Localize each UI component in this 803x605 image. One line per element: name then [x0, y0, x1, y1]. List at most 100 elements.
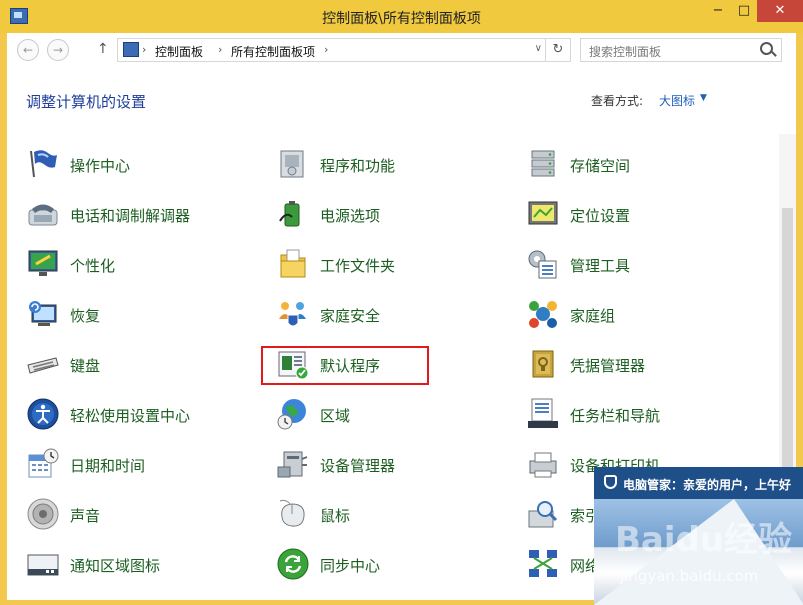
breadcrumb-separator[interactable]: ›	[324, 43, 328, 56]
storage-spaces-icon	[531, 150, 555, 177]
item-label: 存储空间	[570, 157, 631, 175]
forward-button[interactable]: →	[47, 39, 69, 61]
action-center-icon	[30, 150, 57, 178]
item-notification-icons[interactable]: 通知区域图标	[26, 547, 226, 587]
item-device-manager[interactable]: 设备管理器	[276, 447, 476, 487]
item-label: 恢复	[70, 307, 101, 325]
item-power-options[interactable]: 电源选项	[276, 197, 476, 237]
item-keyboard[interactable]: 键盘	[26, 347, 226, 387]
item-label: 电源选项	[320, 207, 381, 225]
minimize-button[interactable]: −	[705, 0, 731, 22]
navigation-bar: ← → ↑ › 控制面板 › 所有控制面板项 › ∨ ↻ 搜索控制面板	[7, 33, 796, 67]
device-manager-icon	[277, 451, 308, 478]
popup-message: 电脑管家：亲爱的用户，上午好	[623, 478, 792, 492]
item-ease-of-access[interactable]: 轻松使用设置中心	[26, 397, 226, 437]
sound-icon	[27, 498, 59, 530]
page-title: 调整计算机的设置	[26, 93, 147, 111]
item-label: 鼠标	[320, 507, 351, 525]
item-mouse[interactable]: 鼠标	[276, 497, 476, 537]
item-family-safety[interactable]: 家庭安全	[276, 297, 476, 337]
refresh-button[interactable]: ↻	[545, 39, 570, 61]
popup-header: 电脑管家：亲爱的用户，上午好	[594, 467, 803, 499]
item-label: 家庭组	[570, 307, 616, 325]
item-homegroup[interactable]: 家庭组	[526, 297, 756, 337]
credential-manager-icon	[532, 350, 554, 378]
item-storage-spaces[interactable]: 存储空间	[526, 147, 756, 187]
search-icon[interactable]	[760, 42, 773, 55]
programs-features-icon	[280, 150, 304, 178]
item-phone-modem[interactable]: 电话和调制解调器	[26, 197, 226, 237]
shield-icon	[604, 475, 617, 489]
item-label: 键盘	[70, 357, 101, 375]
item-credential-manager[interactable]: 凭据管理器	[526, 347, 756, 387]
taskbar-navigation-icon	[528, 398, 558, 428]
item-sync-center[interactable]: 同步中心	[276, 547, 476, 587]
item-label: 任务栏和导航	[570, 407, 661, 425]
item-date-time[interactable]: 日期和时间	[26, 447, 226, 487]
recovery-icon	[29, 301, 57, 326]
item-label: 同步中心	[320, 557, 381, 575]
item-label: 管理工具	[570, 257, 631, 275]
search-input[interactable]: 搜索控制面板	[589, 43, 661, 60]
item-label: 家庭安全	[320, 307, 381, 325]
keyboard-icon	[27, 357, 59, 374]
item-label: 日期和时间	[70, 457, 146, 475]
up-button[interactable]: ↑	[97, 41, 109, 57]
phone-modem-icon	[28, 204, 58, 226]
item-label: 操作中心	[70, 157, 131, 175]
item-region[interactable]: 区域	[276, 397, 476, 437]
item-admin-tools[interactable]: 管理工具	[526, 247, 756, 287]
item-label: 个性化	[70, 257, 116, 275]
item-label: 电话和调制解调器	[70, 207, 191, 225]
item-sound[interactable]: 声音	[26, 497, 226, 537]
item-label: 凭据管理器	[570, 357, 646, 375]
control-panel-window: 控制面板\所有控制面板项 − □ ✕ ← → ↑ › 控制面板 › 所有控制面板…	[0, 0, 803, 605]
devices-printers-icon	[529, 452, 557, 478]
chevron-down-icon[interactable]: ▼	[700, 93, 707, 103]
breadcrumb-control-panel[interactable]: 控制面板	[155, 43, 203, 60]
location-settings-icon	[528, 201, 558, 225]
homegroup-icon	[529, 301, 557, 328]
date-time-icon	[28, 448, 59, 478]
breadcrumb-separator[interactable]: ›	[218, 43, 222, 56]
watermark-logo: Baidu经验	[615, 520, 793, 560]
admin-tools-icon	[528, 250, 557, 279]
item-label: 程序和功能	[320, 157, 396, 175]
back-button[interactable]: ←	[17, 39, 39, 61]
item-programs-features[interactable]: 程序和功能	[276, 147, 476, 187]
title-bar: 控制面板\所有控制面板项 − □ ✕	[0, 0, 803, 33]
watermark-url: jingyan.baidu.com	[620, 567, 759, 585]
personalization-icon	[28, 250, 58, 276]
region-icon	[277, 399, 306, 430]
item-taskbar-navigation[interactable]: 任务栏和导航	[526, 397, 756, 437]
breadcrumb-all-items[interactable]: 所有控制面板项	[231, 43, 315, 60]
work-folders-icon	[280, 249, 306, 278]
item-label: 区域	[320, 407, 351, 425]
ease-of-access-icon	[27, 398, 59, 430]
close-button[interactable]: ✕	[757, 0, 803, 22]
item-personalization[interactable]: 个性化	[26, 247, 226, 287]
search-box[interactable]: 搜索控制面板	[580, 38, 782, 62]
power-options-icon	[279, 201, 300, 227]
item-recovery[interactable]: 恢复	[26, 297, 226, 337]
item-label: 声音	[70, 507, 101, 525]
view-by-dropdown[interactable]: 大图标	[659, 92, 695, 109]
notification-icons-icon	[27, 554, 59, 576]
network-sharing-icon	[529, 550, 557, 577]
maximize-button[interactable]: □	[731, 0, 757, 22]
breadcrumb-separator[interactable]: ›	[142, 43, 146, 56]
window-title: 控制面板\所有控制面板项	[322, 11, 481, 27]
item-action-center[interactable]: 操作中心	[26, 147, 226, 187]
item-label: 设备管理器	[320, 457, 396, 475]
sync-center-icon	[277, 548, 309, 580]
control-panel-icon	[123, 42, 139, 57]
item-work-folders[interactable]: 工作文件夹	[276, 247, 476, 287]
address-bar[interactable]: › 控制面板 › 所有控制面板项 › ∨ ↻	[117, 38, 571, 62]
item-location-settings[interactable]: 定位设置	[526, 197, 756, 237]
item-label: 工作文件夹	[320, 257, 396, 275]
highlight-box	[261, 346, 429, 385]
indexing-icon	[528, 501, 558, 528]
mouse-icon	[279, 499, 305, 527]
address-dropdown-icon[interactable]: ∨	[535, 43, 542, 54]
item-label: 通知区域图标	[70, 557, 161, 575]
